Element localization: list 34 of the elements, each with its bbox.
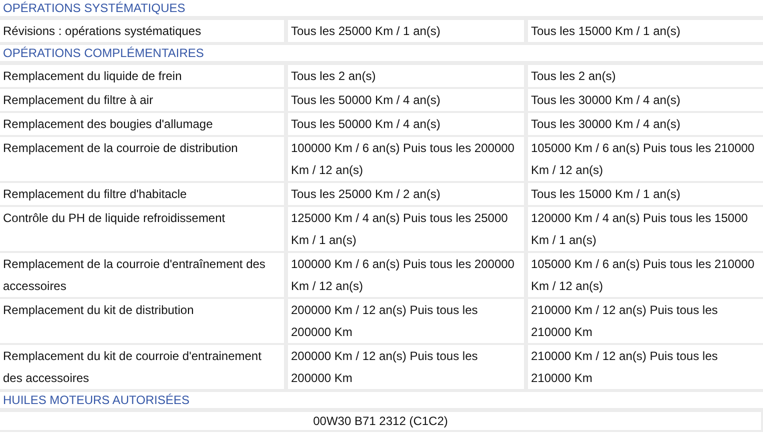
interval-cell: Tous les 2 an(s) (528, 65, 763, 87)
operation-cell: Révisions : opérations systématiques (0, 20, 284, 42)
operation-cell: Remplacement du filtre d'habitacle (0, 183, 284, 205)
interval-cell: 120000 Km / 4 an(s) Puis tous les 15000 Km / 1 an(s) (528, 207, 763, 251)
interval-cell: 200000 Km / 12 an(s) Puis tous les 200000 Km (288, 345, 524, 389)
section-heading: OPÉRATIONS SYSTÉMATIQUES (0, 0, 763, 18)
interval-cell: 105000 Km / 6 an(s) Puis tous les 210000 Km / 12 an(s) (528, 253, 763, 297)
operation-cell: Remplacement du kit de courroie d'entrainement des accessoires (0, 345, 284, 389)
oil-cell: 00W30 B71 2312 (C1C2) (0, 412, 761, 430)
interval-cell: Tous les 30000 Km / 4 an(s) (528, 89, 763, 111)
interval-cell: 125000 Km / 4 an(s) Puis tous les 25000 Km / 1 an(s) (288, 207, 524, 251)
operation-cell: Remplacement du filtre à air (0, 89, 284, 111)
interval-cell: Tous les 50000 Km / 4 an(s) (288, 113, 524, 135)
interval-cell: Tous les 25000 Km / 1 an(s) (288, 20, 524, 42)
interval-cell: Tous les 30000 Km / 4 an(s) (528, 113, 763, 135)
operation-cell: Remplacement de la courroie de distribution (0, 137, 284, 181)
interval-cell: Tous les 50000 Km / 4 an(s) (288, 89, 524, 111)
interval-cell: 100000 Km / 6 an(s) Puis tous les 200000 Km / 12 an(s) (288, 253, 524, 297)
operation-cell: Remplacement des bougies d'allumage (0, 113, 284, 135)
interval-cell: 200000 Km / 12 an(s) Puis tous les 200000 Km (288, 299, 524, 343)
operation-cell: Remplacement du kit de distribution (0, 299, 284, 343)
interval-cell: Tous les 15000 Km / 1 an(s) (528, 20, 763, 42)
interval-cell: Tous les 15000 Km / 1 an(s) (528, 183, 763, 205)
operation-cell: Contrôle du PH de liquide refroidissement (0, 207, 284, 251)
interval-cell: Tous les 25000 Km / 2 an(s) (288, 183, 524, 205)
operation-cell: Remplacement du liquide de frein (0, 65, 284, 87)
interval-cell: 210000 Km / 12 an(s) Puis tous les 210000 Km (528, 299, 763, 343)
operation-cell: Remplacement de la courroie d'entraînement des accessoires (0, 253, 284, 297)
section-heading: HUILES MOTEURS AUTORISÉES (0, 392, 763, 410)
interval-cell: 210000 Km / 12 an(s) Puis tous les 210000 Km (528, 345, 763, 389)
interval-cell: 105000 Km / 6 an(s) Puis tous les 210000 Km / 12 an(s) (528, 137, 763, 181)
section-heading: OPÉRATIONS COMPLÉMENTAIRES (0, 45, 763, 63)
interval-cell: 100000 Km / 6 an(s) Puis tous les 200000 Km / 12 an(s) (288, 137, 524, 181)
interval-cell: Tous les 2 an(s) (288, 65, 524, 87)
